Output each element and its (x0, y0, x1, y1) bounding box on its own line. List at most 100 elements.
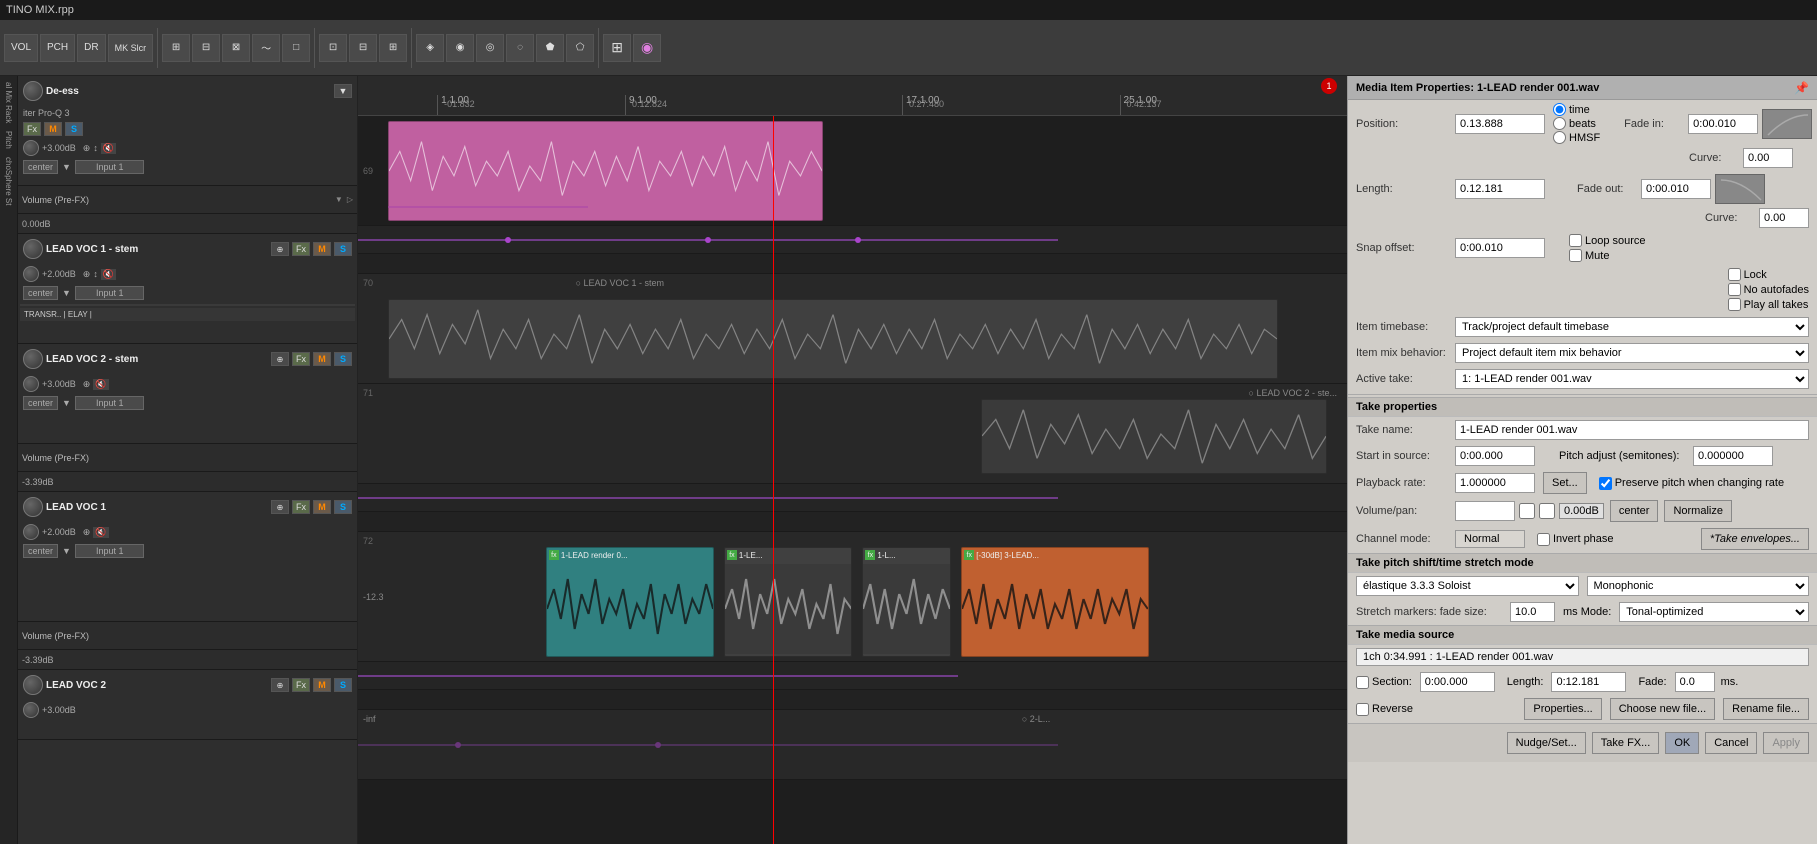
track-row-volume-3[interactable] (358, 662, 1347, 690)
props-startsource-input[interactable] (1455, 446, 1535, 466)
props-fadein-curve-input[interactable] (1743, 148, 1793, 168)
track-pan-deess[interactable]: center (23, 160, 58, 174)
toolbar-icon-5[interactable]: □ (282, 34, 310, 62)
props-section-fade-input[interactable] (1675, 672, 1715, 692)
track-btn-fx-lead2[interactable]: Fx (292, 678, 310, 692)
clip-lead2stem[interactable] (981, 399, 1327, 474)
props-radio-hmsf[interactable]: HMSF (1553, 131, 1600, 144)
track-mute-deess[interactable]: 🔇 (101, 143, 116, 154)
track-input-lead2stem[interactable]: Input 1 (75, 396, 145, 410)
props-cb-section[interactable]: Section: (1356, 676, 1412, 689)
props-radio-beats[interactable]: beats (1553, 117, 1600, 130)
track-expand-lead2stem[interactable]: ⊕ (271, 352, 289, 366)
props-timebase-select[interactable]: Track/project default timebase (1455, 317, 1809, 337)
props-cb-playalltakes[interactable]: Play all takes (1728, 298, 1809, 311)
track-pan-lead2stem[interactable]: center (23, 396, 58, 410)
track-btn-m-lead1stem[interactable]: M (313, 242, 331, 256)
track-knob-lead2stem[interactable] (23, 349, 43, 369)
props-set-btn[interactable]: Set... (1543, 472, 1587, 494)
props-pitchadjust-input[interactable] (1693, 446, 1773, 466)
props-properties-btn[interactable]: Properties... (1524, 698, 1601, 720)
toolbar-icon-8[interactable]: ⊞ (379, 34, 407, 62)
track-pan-lead1[interactable]: center (23, 544, 58, 558)
props-normalize-btn[interactable]: Normalize (1664, 500, 1732, 522)
props-center-btn[interactable]: center (1610, 500, 1659, 522)
track-input-lead1stem[interactable]: Input 1 (75, 286, 145, 300)
props-cb-lock[interactable]: Lock (1728, 268, 1809, 281)
props-volume-input[interactable] (1455, 501, 1515, 521)
track-row-volume-2[interactable] (358, 484, 1347, 512)
props-fadeout-curve-input[interactable] (1759, 208, 1809, 228)
props-takename-input[interactable] (1455, 420, 1809, 440)
props-playbackrate-input[interactable] (1455, 473, 1535, 493)
track-row-lead2stem[interactable]: 71 ○ LEAD VOC 2 - ste... (358, 384, 1347, 484)
track-row-lead1stem[interactable]: 70 ○ LEAD VOC 1 - stem (358, 274, 1347, 384)
track-knob-lead1[interactable] (23, 497, 43, 517)
props-cancel-btn[interactable]: Cancel (1705, 732, 1757, 754)
toolbar-icon-3[interactable]: ⊠ (222, 34, 250, 62)
props-stretch-mode-select[interactable]: Tonal-optimized (1619, 602, 1809, 622)
track-volume-knob-lead1stem[interactable] (23, 266, 39, 282)
props-volume-check2[interactable] (1539, 501, 1555, 521)
toolbar-dr[interactable]: DR (77, 34, 105, 62)
track-pan-lead1stem[interactable]: center (23, 286, 58, 300)
props-snapoffset-input[interactable] (1455, 238, 1545, 258)
toolbar-icon-11[interactable]: ◎ (476, 34, 504, 62)
clip-lead1stem[interactable] (388, 299, 1278, 379)
toolbar-mk-slcr[interactable]: MK Slcr (108, 34, 154, 62)
props-cb-noautofades[interactable]: No autofades (1728, 283, 1809, 296)
track-expand-deess[interactable]: ▼ (334, 84, 352, 98)
track-row-lead1[interactable]: 72 -12.3 fx 1-LEAD render 0... (358, 532, 1347, 662)
toolbar-color-wheel[interactable]: ◉ (633, 34, 661, 62)
props-cb-preserve-pitch[interactable]: Preserve pitch when changing rate (1599, 477, 1784, 490)
toolbar-icon-14[interactable]: ⬠ (566, 34, 594, 62)
toolbar-icon-9[interactable]: ◈ (416, 34, 444, 62)
track-btn-s-lead2[interactable]: S (334, 678, 352, 692)
track-volume-knob-lead2[interactable] (23, 702, 39, 718)
track-mute-lead2stem[interactable]: 🔇 (93, 379, 108, 390)
props-radio-time[interactable]: time (1553, 103, 1600, 116)
toolbar-grid[interactable]: ⊞ (603, 34, 631, 62)
props-rename-file-btn[interactable]: Rename file... (1723, 698, 1809, 720)
sidebar-item-chosphere[interactable]: choSphere St (2, 155, 15, 207)
track-volume-knob-lead1[interactable] (23, 524, 39, 540)
track-btn-m-lead2stem[interactable]: M (313, 352, 331, 366)
toolbar-icon-13[interactable]: ⬟ (536, 34, 564, 62)
track-expand-lead1stem[interactable]: ⊕ (271, 242, 289, 256)
props-take-envelopes-btn[interactable]: *Take envelopes... (1701, 528, 1809, 550)
props-cb-mute[interactable]: Mute (1569, 249, 1646, 262)
track-btn-s-lead1stem[interactable]: S (334, 242, 352, 256)
props-choose-file-btn[interactable]: Choose new file... (1610, 698, 1715, 720)
props-fadein-input[interactable] (1688, 114, 1758, 134)
props-stretch-input[interactable] (1510, 602, 1555, 622)
track-volume-knob-deess[interactable] (23, 140, 39, 156)
clip-lead1-2[interactable]: fx 1-LE... (724, 547, 853, 657)
props-apply-btn[interactable]: Apply (1763, 732, 1809, 754)
toolbar-vol[interactable]: VOL (4, 34, 38, 62)
track-knob-lead1stem[interactable] (23, 239, 43, 259)
track-row-lead2[interactable]: -inf ○ 2-L... (358, 710, 1347, 780)
track-row-deess[interactable]: 69 (358, 116, 1347, 226)
props-cb-loop[interactable]: Loop source (1569, 234, 1646, 247)
track-btn-m-deess[interactable]: M (44, 122, 62, 136)
props-pin-icon[interactable]: 📌 (1794, 81, 1809, 95)
props-takefx-btn[interactable]: Take FX... (1592, 732, 1660, 754)
track-btn-s-lead2stem[interactable]: S (334, 352, 352, 366)
arrange-content[interactable]: 69 (358, 116, 1347, 844)
props-section-length-input[interactable] (1551, 672, 1626, 692)
track-knob-lead2[interactable] (23, 675, 43, 695)
clip-lead1-3[interactable]: fx 1-L... (862, 547, 951, 657)
track-btn-fx-lead1[interactable]: Fx (292, 500, 310, 514)
track-expand-lead2[interactable]: ⊕ (271, 678, 289, 692)
track-btn-fx-lead1stem[interactable]: Fx (292, 242, 310, 256)
track-mute-lead1stem[interactable]: 🔇 (101, 269, 116, 280)
sidebar-item-mix-rack[interactable]: al Mix Rack (2, 80, 15, 125)
toolbar-icon-4[interactable]: 〜 (252, 34, 280, 62)
track-input-deess[interactable]: Input 1 (75, 160, 145, 174)
track-row-volume-1[interactable] (358, 226, 1347, 254)
props-monophonic-select[interactable]: Monophonic (1587, 576, 1810, 596)
track-btn-m-lead1[interactable]: M (313, 500, 331, 514)
track-input-lead1[interactable]: Input 1 (75, 544, 145, 558)
track-btn-s-deess[interactable]: S (65, 122, 83, 136)
track-btn-s-lead1[interactable]: S (334, 500, 352, 514)
